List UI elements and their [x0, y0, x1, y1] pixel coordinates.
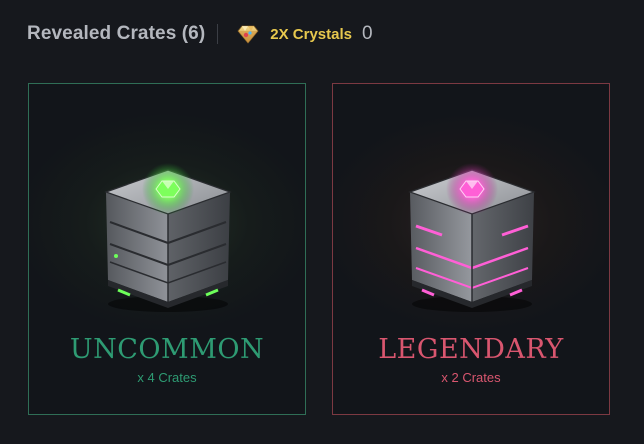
legendary-crate-card[interactable]: LEGENDARY x 2 Crates	[332, 83, 610, 415]
crystal-count: 0	[361, 23, 373, 44]
header-bar: Revealed Crates (6) 2X Crystals 0	[27, 20, 373, 48]
header-divider	[217, 24, 219, 44]
legendary-rarity-label: LEGENDARY	[378, 334, 564, 365]
uncommon-crate-icon	[104, 163, 232, 312]
uncommon-crate-count: x 4 Crates	[137, 370, 197, 385]
crystal-multiplier-label: 2X Crystals	[270, 25, 352, 43]
uncommon-rarity-label: UNCOMMON	[69, 334, 265, 365]
crystal-icon	[234, 22, 262, 46]
legendary-crate-count: x 2 Crates	[441, 370, 501, 385]
uncommon-crate-card[interactable]: UNCOMMON x 4 Crates	[28, 83, 306, 415]
legendary-crate-icon	[408, 163, 536, 312]
revealed-crates-title: Revealed Crates (6)	[27, 23, 206, 44]
